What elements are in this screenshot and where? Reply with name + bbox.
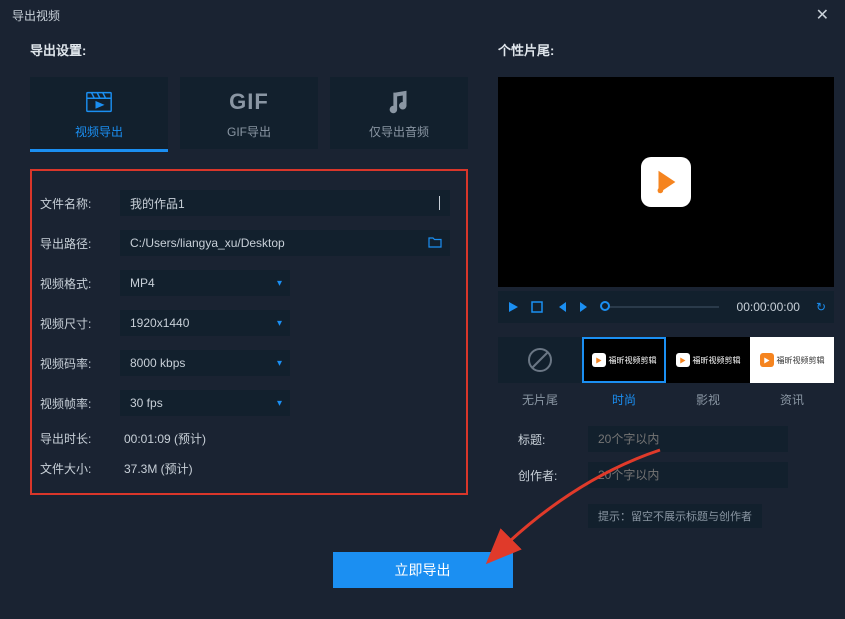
tail-label-none: 无片尾 xyxy=(498,391,582,408)
thumb-brand-text: 福昕视频剪辑 xyxy=(777,355,825,366)
tail-label-fashion: 时尚 xyxy=(582,391,666,408)
filesize-value: 37.3M (预计) xyxy=(120,460,193,477)
preview-player xyxy=(498,77,834,287)
title-input-wrap[interactable] xyxy=(588,426,788,452)
path-label: 导出路径: xyxy=(40,235,120,252)
size-value: 1920x1440 xyxy=(130,316,189,330)
duration-value: 00:01:09 (预计) xyxy=(120,430,206,447)
prev-icon[interactable] xyxy=(554,300,568,314)
tab-audio-label: 仅导出音频 xyxy=(369,123,429,140)
tail-heading: 个性片尾: xyxy=(498,40,834,59)
close-icon[interactable]: ✕ xyxy=(812,5,833,25)
export-settings-heading: 导出设置: xyxy=(30,40,468,59)
tab-gif-export[interactable]: GIF GIF导出 xyxy=(180,77,318,149)
filename-input-wrap[interactable] xyxy=(120,190,450,216)
thumb-brand-text: 福昕视频剪辑 xyxy=(693,355,741,366)
play-icon[interactable] xyxy=(506,300,520,314)
chevron-down-icon: ▾ xyxy=(277,318,282,329)
duration-label: 导出时长: xyxy=(40,430,120,447)
export-button[interactable]: 立即导出 xyxy=(333,552,513,588)
creator-input-wrap[interactable] xyxy=(588,462,788,488)
format-select[interactable]: MP4 ▾ xyxy=(120,270,290,296)
title-input[interactable] xyxy=(598,432,778,446)
tab-video-export[interactable]: 视频导出 xyxy=(30,77,168,149)
tail-option-fashion[interactable]: 福昕视频剪辑 xyxy=(582,337,666,383)
chevron-down-icon: ▾ xyxy=(277,358,282,369)
thumb-brand-text: 福昕视频剪辑 xyxy=(609,355,657,366)
gif-icon: GIF xyxy=(229,87,269,117)
chevron-down-icon: ▾ xyxy=(277,398,282,409)
stop-icon[interactable] xyxy=(530,300,544,314)
format-label: 视频格式: xyxy=(40,275,120,292)
format-value: MP4 xyxy=(130,276,155,290)
seek-track[interactable] xyxy=(602,306,719,308)
filename-input[interactable] xyxy=(130,196,438,210)
timecode: 00:00:00:00 xyxy=(737,300,800,314)
fps-select[interactable]: 30 fps ▾ xyxy=(120,390,290,416)
fps-label: 视频帧率: xyxy=(40,395,120,412)
tab-underline xyxy=(30,149,168,152)
bitrate-label: 视频码率: xyxy=(40,355,120,372)
tail-option-movie[interactable]: 福昕视频剪辑 xyxy=(666,337,750,383)
music-note-icon xyxy=(384,87,414,117)
bitrate-select[interactable]: 8000 kbps ▾ xyxy=(120,350,290,376)
tab-video-label: 视频导出 xyxy=(75,123,123,140)
loop-icon[interactable]: ↻ xyxy=(816,300,826,314)
clapperboard-icon xyxy=(84,87,114,117)
filesize-label: 文件大小: xyxy=(40,460,120,477)
path-input-wrap[interactable] xyxy=(120,230,450,256)
playbar: 00:00:00:00 ↻ xyxy=(498,291,834,323)
size-select[interactable]: 1920x1440 ▾ xyxy=(120,310,290,336)
bitrate-value: 8000 kbps xyxy=(130,356,185,370)
creator-input[interactable] xyxy=(598,468,778,482)
tail-option-none[interactable] xyxy=(498,337,582,383)
settings-highlight-box: 文件名称: 导出路径: 视频格式: MP4 ▾ xyxy=(30,169,468,495)
title-label: 标题: xyxy=(518,431,588,448)
tab-gif-label: GIF导出 xyxy=(227,123,271,140)
window-title: 导出视频 xyxy=(12,7,812,24)
path-input[interactable] xyxy=(130,236,440,250)
filename-label: 文件名称: xyxy=(40,195,120,212)
fps-value: 30 fps xyxy=(130,396,163,410)
tail-label-movie: 影视 xyxy=(666,391,750,408)
chevron-down-icon: ▾ xyxy=(277,278,282,289)
size-label: 视频尺寸: xyxy=(40,315,120,332)
next-icon[interactable] xyxy=(578,300,592,314)
folder-icon[interactable] xyxy=(428,236,442,251)
tail-label-news: 资讯 xyxy=(750,391,834,408)
preview-brand-logo xyxy=(641,157,691,207)
tail-option-news[interactable]: 福昕视频剪辑 xyxy=(750,337,834,383)
creator-label: 创作者: xyxy=(518,467,588,484)
seek-handle[interactable] xyxy=(600,301,610,311)
hint-text: 提示：留空不展示标题与创作者 xyxy=(588,504,762,528)
tab-audio-export[interactable]: 仅导出音频 xyxy=(330,77,468,149)
